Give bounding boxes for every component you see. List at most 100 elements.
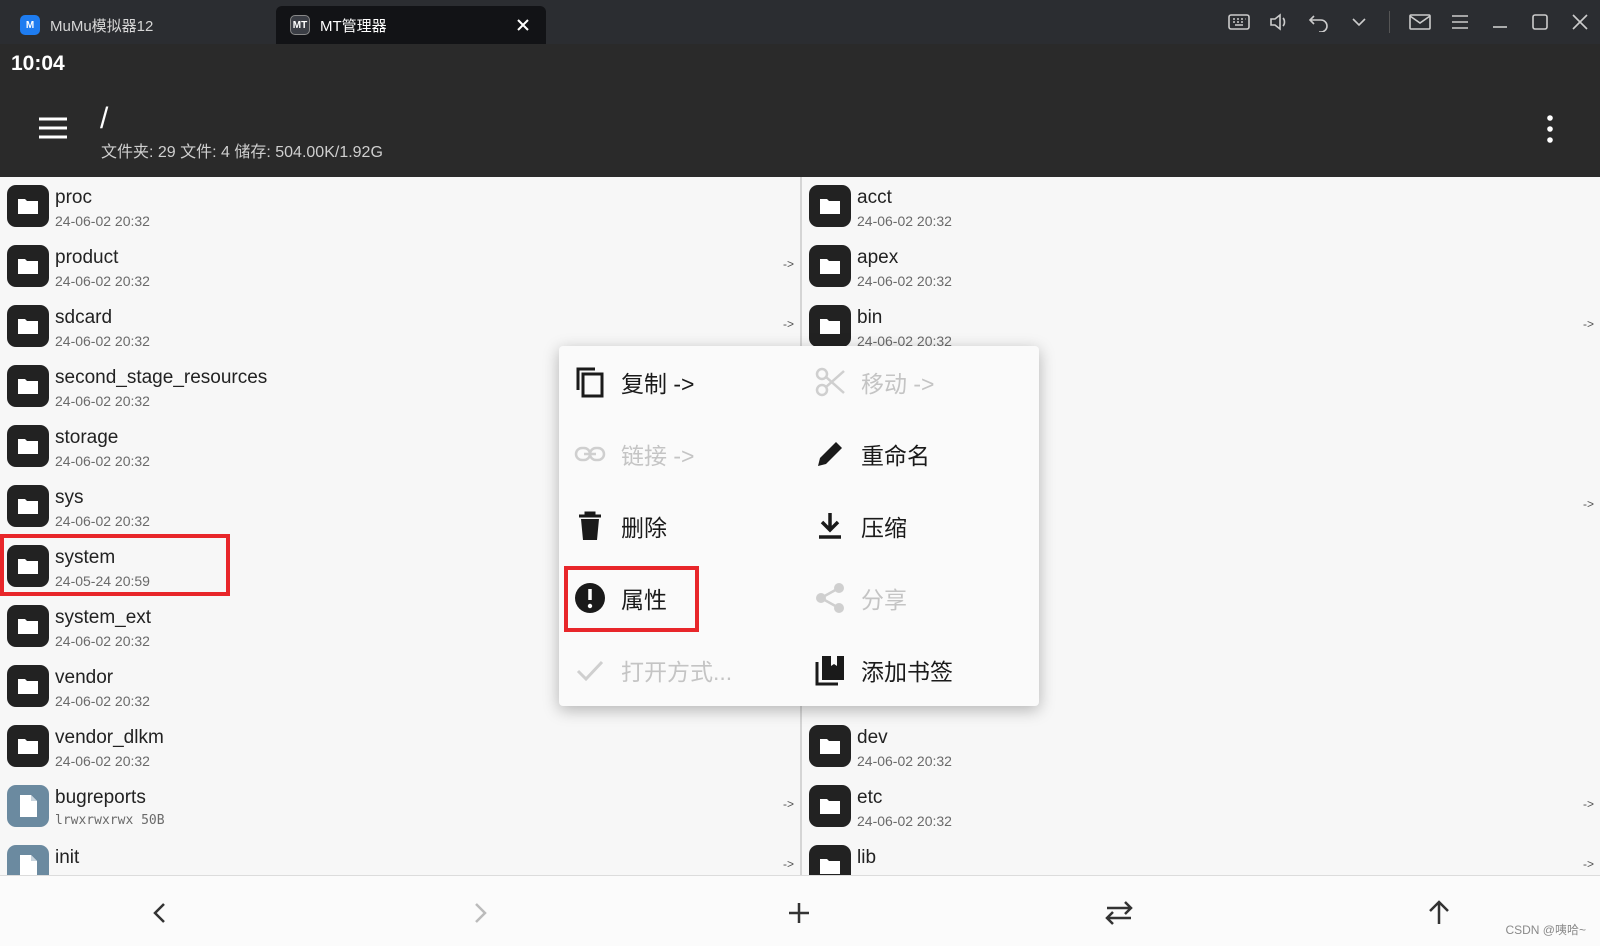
menu-open-with: 打开方式... — [559, 634, 799, 706]
maximize-icon[interactable] — [1520, 0, 1560, 44]
file-row[interactable]: bugreports lrwxrwxrwx 50B -> — [0, 777, 800, 837]
volume-icon[interactable] — [1259, 0, 1299, 44]
tab-mt-manager[interactable]: MT MT管理器 — [276, 6, 546, 44]
menu-share: 分享 — [799, 562, 1039, 634]
file-row[interactable]: dev 24-06-02 20:32 — [802, 717, 1600, 777]
file-name: init — [55, 847, 80, 868]
tab-mumu[interactable]: M MuMu模拟器12 — [8, 6, 273, 44]
folder-icon — [7, 485, 49, 527]
menu-link-label: 链接 -> — [621, 443, 695, 469]
folder-icon — [7, 605, 49, 647]
menu-delete[interactable]: 删除 — [559, 490, 799, 562]
file-meta: 24-06-02 20:32 — [55, 273, 150, 289]
file-meta: 24-06-02 20:32 — [55, 753, 150, 769]
file-name: system_ext — [55, 607, 152, 628]
folder-icon — [809, 245, 851, 287]
back-arrow-icon[interactable] — [140, 893, 180, 933]
menu-copy[interactable]: 复制 -> — [559, 346, 799, 418]
chevron-down-icon[interactable] — [1339, 0, 1379, 44]
symlink-indicator: -> — [782, 857, 794, 871]
folder-icon — [7, 425, 49, 467]
file-meta: 24-06-02 20:32 — [55, 513, 150, 529]
file-meta: 24-06-02 20:32 — [55, 213, 150, 229]
symlink-indicator: -> — [1582, 857, 1594, 871]
menu-rename-label: 重命名 — [861, 443, 930, 469]
tab-label: MuMu模拟器12 — [50, 17, 154, 35]
folder-icon — [7, 185, 49, 227]
keyboard-icon[interactable] — [1219, 0, 1259, 44]
symlink-indicator: -> — [1582, 497, 1594, 511]
close-tab-icon[interactable] — [512, 14, 534, 36]
close-window-icon[interactable] — [1560, 0, 1600, 44]
file-name: second_stage_resources — [55, 367, 268, 388]
swap-icon[interactable] — [1099, 893, 1139, 933]
watermark: CSDN @咦哈~ — [1505, 923, 1586, 937]
file-name: dev — [857, 727, 888, 748]
scissors-icon — [813, 365, 847, 399]
menu-icon[interactable] — [1440, 0, 1480, 44]
up-arrow-icon[interactable] — [1419, 893, 1459, 933]
folder-icon — [7, 725, 49, 767]
menu-move-label: 移动 -> — [861, 371, 935, 397]
file-meta: 24-06-02 20:32 — [55, 633, 150, 649]
file-row[interactable]: apex 24-06-02 20:32 — [802, 237, 1600, 297]
file-meta: 24-06-02 20:32 — [857, 753, 952, 769]
bottom-toolbar: CSDN @咦哈~ — [0, 875, 1600, 946]
minimize-icon[interactable] — [1480, 0, 1520, 44]
folder-icon — [809, 785, 851, 827]
share-icon — [813, 581, 847, 615]
menu-compress-label: 压缩 — [861, 515, 907, 541]
current-path: / — [100, 102, 109, 135]
hamburger-menu-icon[interactable] — [36, 114, 70, 144]
file-meta: 24-06-02 20:32 — [55, 333, 150, 349]
file-name: storage — [55, 427, 119, 448]
file-name: etc — [857, 787, 883, 808]
menu-bookmark[interactable]: 添加书签 — [799, 634, 1039, 706]
undo-icon[interactable] — [1299, 0, 1339, 44]
file-name: vendor — [55, 667, 114, 688]
menu-compress[interactable]: 压缩 — [799, 490, 1039, 562]
file-meta: 24-06-02 20:32 — [857, 813, 952, 829]
file-icon — [7, 845, 49, 875]
file-row[interactable]: etc 24-06-02 20:32 -> — [802, 777, 1600, 837]
menu-rename[interactable]: 重命名 — [799, 418, 1039, 490]
highlight-system — [0, 534, 230, 596]
file-meta: 24-06-02 20:32 — [857, 213, 952, 229]
file-row[interactable]: lib -> — [802, 837, 1600, 875]
forward-arrow-icon[interactable] — [460, 893, 500, 933]
link-icon — [573, 437, 607, 471]
file-meta: 24-06-02 20:32 — [857, 273, 952, 289]
symlink-indicator: -> — [1582, 797, 1594, 811]
add-icon[interactable] — [779, 893, 819, 933]
tab-label: MT管理器 — [320, 17, 387, 35]
file-name: acct — [857, 187, 892, 208]
menu-delete-label: 删除 — [621, 515, 667, 541]
file-row[interactable]: product 24-06-02 20:32 -> — [0, 237, 800, 297]
file-row[interactable]: proc 24-06-02 20:32 — [0, 177, 800, 237]
symlink-indicator: -> — [1582, 317, 1594, 331]
bookmark-icon — [813, 653, 847, 687]
file-name: bugreports — [55, 787, 146, 808]
path-info: 文件夹: 29 文件: 4 储存: 504.00K/1.92G — [101, 144, 383, 161]
mumu-logo-icon: M — [20, 15, 40, 35]
divider — [1389, 11, 1390, 33]
file-name: bin — [857, 307, 883, 328]
mail-icon[interactable] — [1400, 0, 1440, 44]
window-controls — [1219, 0, 1600, 44]
file-name: apex — [857, 247, 899, 268]
file-name: lib — [857, 847, 877, 868]
file-row[interactable]: acct 24-06-02 20:32 — [802, 177, 1600, 237]
file-row[interactable]: vendor_dlkm 24-06-02 20:32 — [0, 717, 800, 777]
folder-icon — [7, 665, 49, 707]
context-menu: 复制 -> 移动 -> 链接 -> 重命名 删除 压缩 属性 分享 打开方式..… — [559, 346, 1039, 706]
file-row[interactable]: init -> — [0, 837, 800, 875]
status-clock: 10:04 — [11, 52, 65, 75]
emulator-titlebar: M MuMu模拟器12 MT MT管理器 — [0, 0, 1600, 44]
menu-open-with-label: 打开方式... — [621, 659, 733, 685]
menu-move: 移动 -> — [799, 346, 1039, 418]
symlink-indicator: -> — [782, 257, 794, 271]
file-meta: 24-06-02 20:32 — [55, 393, 150, 409]
folder-icon — [7, 365, 49, 407]
menu-copy-label: 复制 -> — [621, 371, 695, 397]
overflow-menu-icon[interactable] — [1540, 112, 1560, 146]
